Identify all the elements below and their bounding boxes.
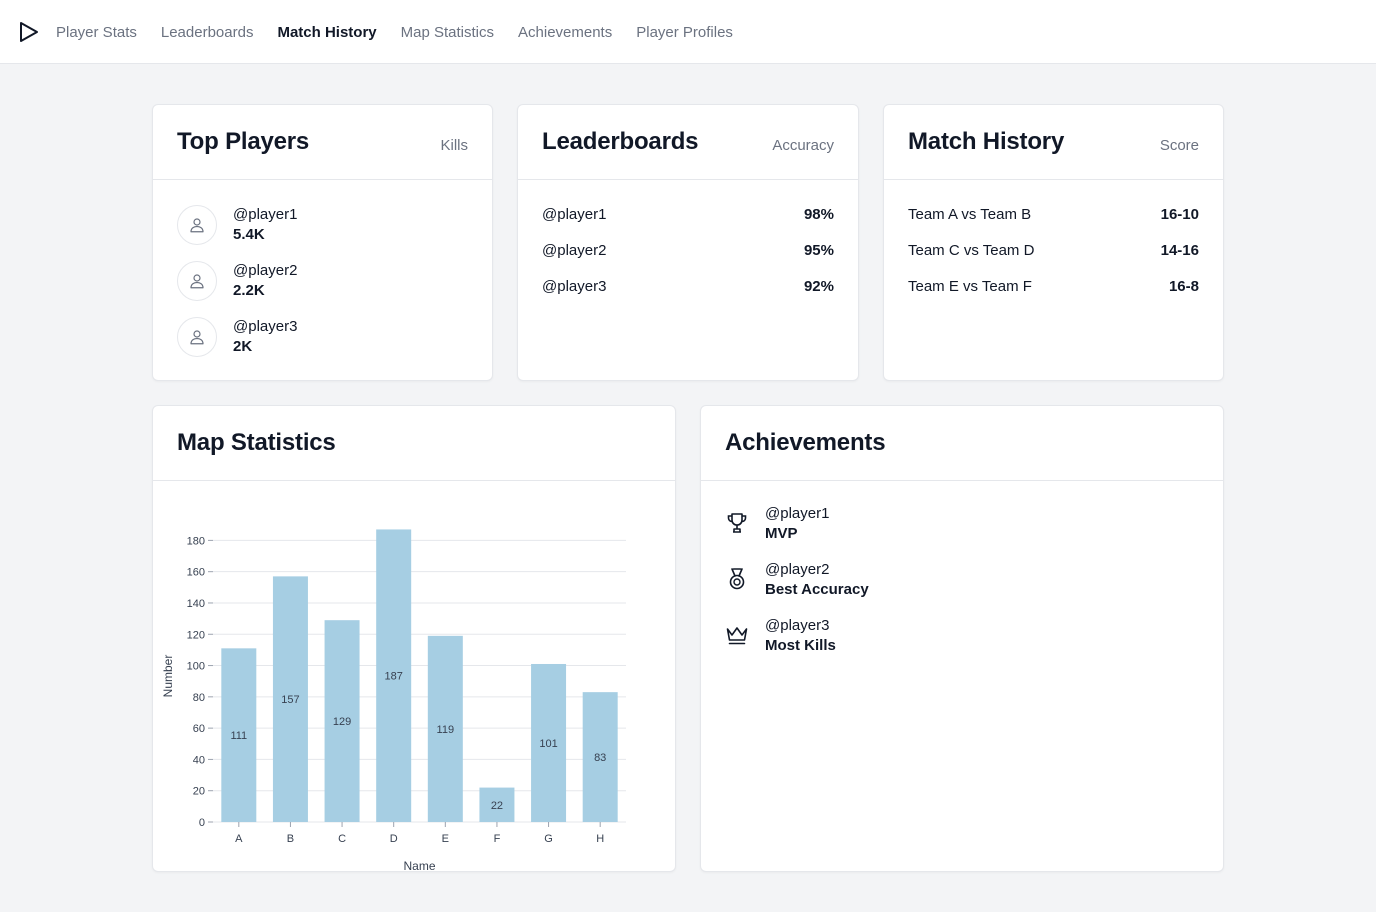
card-header: Top Players Kills (153, 105, 492, 180)
player-handle: @player3 (233, 318, 298, 335)
bar-value-label: 119 (437, 724, 455, 736)
table-row[interactable]: @player1 98% (542, 206, 834, 242)
top-navigation: Player Stats Leaderboards Match History … (0, 0, 1376, 64)
y-tick-label: 60 (193, 723, 205, 735)
y-tick-label: 160 (187, 567, 205, 579)
card-meta-label: Score (1159, 137, 1199, 154)
y-tick-label: 180 (187, 535, 205, 547)
nav-item-leaderboards[interactable]: Leaderboards (161, 24, 254, 41)
x-tick-label: G (544, 833, 553, 845)
avatar (177, 261, 217, 301)
achievements-card: Achievements @player1 MVP @player2 Best … (700, 405, 1224, 872)
nav-item-achievements[interactable]: Achievements (518, 24, 612, 41)
card-title: Achievements (725, 429, 886, 456)
y-tick-label: 40 (193, 754, 205, 766)
leaderboards-card: Leaderboards Accuracy @player1 98% @play… (517, 104, 859, 381)
nav-item-map-statistics[interactable]: Map Statistics (401, 24, 494, 41)
map-statistics-card: Map Statistics 0 20 40 60 80 100 120 140 160 180 1… (152, 405, 676, 872)
user-icon (190, 274, 204, 289)
accuracy-value: 95% (803, 242, 834, 259)
player-kills: 2K (233, 338, 253, 355)
x-tick-label: F (494, 833, 501, 845)
match-name: Team E vs Team F (908, 278, 1032, 295)
y-tick-label: 80 (193, 692, 205, 704)
x-tick-label: A (235, 833, 243, 845)
player-handle: @player1 (542, 206, 607, 223)
bar-value-label: 187 (385, 671, 403, 683)
accuracy-value: 92% (803, 278, 834, 295)
player-handle: @player2 (233, 262, 298, 279)
bar-value-label: 83 (594, 752, 606, 764)
play-triangle-icon[interactable] (18, 21, 40, 43)
player-handle: @player1 (233, 206, 298, 223)
y-axis-title: Number (161, 655, 175, 698)
player-handle: @player1 (765, 505, 830, 522)
user-icon (190, 330, 204, 345)
x-tick-label: E (442, 833, 449, 845)
match-history-card: Match History Score Team A vs Team B 16-… (883, 104, 1224, 381)
card-meta-label: Accuracy (772, 137, 834, 154)
match-score: 16-10 (1160, 206, 1199, 223)
user-icon (190, 218, 204, 233)
player-handle: @player2 (542, 242, 607, 259)
nav-item-match-history[interactable]: Match History (277, 24, 376, 41)
table-row[interactable]: Team E vs Team F 16-8 (908, 278, 1199, 314)
nav-item-player-stats[interactable]: Player Stats (56, 24, 137, 41)
x-tick-label: C (338, 833, 346, 845)
table-row[interactable]: Team A vs Team B 16-10 (908, 206, 1199, 242)
card-meta-label: Kills (440, 137, 468, 154)
card-title: Top Players (177, 128, 310, 155)
bar-value-label: 111 (230, 730, 247, 742)
table-row[interactable]: @player3 92% (542, 278, 834, 314)
crown-icon (726, 627, 748, 645)
bar-value-label: 157 (281, 694, 299, 706)
achievement-title: Best Accuracy (765, 581, 869, 598)
avatar (177, 317, 217, 357)
trophy-icon (727, 513, 747, 533)
card-header: Leaderboards Accuracy (518, 105, 858, 180)
match-name: Team A vs Team B (908, 206, 1032, 223)
y-tick-label: 100 (187, 661, 205, 673)
medal-icon (729, 568, 745, 590)
leaderboard-rows: @player1 98% @player2 95% @player3 92% (542, 206, 834, 314)
player-kills: 5.4K (233, 226, 265, 243)
nav-links: Player Stats Leaderboards Match History … (56, 0, 757, 64)
card-header: Match History Score (884, 105, 1223, 180)
x-axis-title: Name (403, 859, 435, 871)
x-tick-label: H (596, 833, 604, 845)
x-tick-label: D (390, 833, 398, 845)
match-score: 16-8 (1168, 278, 1199, 295)
y-tick-label: 20 (193, 786, 205, 798)
player-handle: @player2 (765, 561, 830, 578)
card-header: Achievements (701, 406, 1223, 481)
card-title: Match History (908, 128, 1065, 155)
bar-value-label: 22 (491, 800, 503, 812)
y-tick-label: 0 (199, 817, 205, 829)
bar-value-label: 101 (539, 738, 557, 750)
nav-item-player-profiles[interactable]: Player Profiles (636, 24, 733, 41)
accuracy-value: 98% (803, 206, 834, 223)
achievement-title: MVP (765, 525, 798, 542)
top-players-card: Top Players Kills @player1 5.4K @player2… (152, 104, 493, 381)
achievement-title: Most Kills (765, 637, 836, 654)
x-tick-label: B (287, 833, 294, 845)
card-title: Map Statistics (177, 429, 336, 456)
match-name: Team C vs Team D (908, 242, 1035, 259)
table-row[interactable]: @player2 95% (542, 242, 834, 278)
avatar (177, 205, 217, 245)
player-handle: @player3 (765, 617, 830, 634)
table-row[interactable]: Team C vs Team D 14-16 (908, 242, 1199, 278)
player-handle: @player3 (542, 278, 607, 295)
player-kills: 2.2K (233, 282, 265, 299)
card-title: Leaderboards (542, 128, 699, 155)
card-header: Map Statistics (153, 406, 675, 481)
y-tick-label: 120 (187, 629, 205, 641)
match-rows: Team A vs Team B 16-10 Team C vs Team D … (908, 206, 1199, 314)
y-tick-label: 140 (187, 598, 205, 610)
map-statistics-bar-chart: 0 20 40 60 80 100 120 140 160 180 111 A 157 B 129 C 187 D… (161, 529, 626, 871)
bar-value-label: 129 (333, 716, 351, 728)
match-score: 14-16 (1160, 242, 1199, 259)
